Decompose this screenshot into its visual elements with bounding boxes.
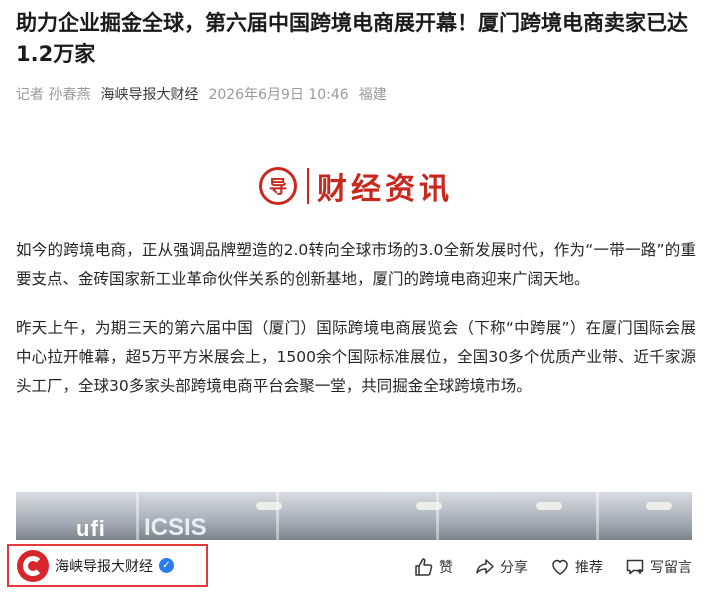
recommend-button[interactable]: 推荐 bbox=[550, 557, 603, 577]
ceiling-lamp bbox=[256, 502, 282, 510]
recommend-label: 推荐 bbox=[575, 560, 603, 576]
ceiling-lamp bbox=[646, 502, 672, 510]
ceiling-lamp bbox=[536, 502, 562, 510]
photo-beam bbox=[136, 492, 139, 540]
comment-button[interactable]: 写留言 bbox=[625, 557, 692, 577]
ceiling-lamp bbox=[416, 502, 442, 510]
thumbs-up-icon bbox=[415, 558, 433, 576]
source-link[interactable]: 海峡导报大财经 bbox=[100, 84, 198, 104]
photo-beam bbox=[276, 492, 279, 540]
account-card[interactable]: 海峡导报大财经 ✓ bbox=[7, 544, 208, 587]
article-photo[interactable]: ufi ICSIS bbox=[16, 492, 692, 540]
like-label: 赞 bbox=[439, 560, 453, 576]
author: 记者 孙春燕 bbox=[16, 87, 91, 103]
comment-label: 写留言 bbox=[650, 560, 692, 576]
share-arrow-icon bbox=[476, 559, 494, 574]
article-paragraph: 如今的跨境电商，正从强调品牌塑造的2.0转向全球市场的3.0全新发展时代，作为“… bbox=[16, 241, 696, 288]
article-paragraph: 昨天上午，为期三天的第六届中国（厦门）国际跨境电商展览会（下称“中跨展”）在厦门… bbox=[16, 319, 696, 395]
publish-time: 2026年6月9日 10:46 bbox=[208, 87, 349, 103]
heart-icon bbox=[552, 559, 568, 575]
banner-title: 财经资讯 bbox=[317, 172, 453, 207]
account-name[interactable]: 海峡导报大财经 bbox=[55, 556, 153, 576]
verified-badge-icon: ✓ bbox=[159, 558, 174, 573]
bottom-action-bar: 海峡导报大财经 ✓ 赞 分享 推荐 写留言 bbox=[0, 542, 728, 592]
photo-sign-text: ufi bbox=[76, 516, 106, 540]
logo-swirl-icon bbox=[23, 555, 43, 576]
share-label: 分享 bbox=[500, 560, 528, 576]
like-button[interactable]: 赞 bbox=[414, 557, 453, 577]
photo-sign-text: ICSIS bbox=[144, 514, 207, 540]
seal-logo-icon: 导 bbox=[259, 167, 297, 205]
photo-beam bbox=[436, 492, 439, 540]
share-button[interactable]: 分享 bbox=[475, 557, 528, 577]
photo-beam bbox=[596, 492, 599, 540]
column-banner: 导 财经资讯 bbox=[16, 166, 696, 207]
comment-icon bbox=[626, 559, 644, 575]
banner-divider bbox=[307, 168, 309, 204]
location: 福建 bbox=[358, 87, 387, 103]
article-headline: 助力企业掘金全球，第六届中国跨境电商展开幕！厦门跨境电商卖家已达1.2万家 bbox=[16, 11, 688, 66]
article-meta: 记者 孙春燕 海峡导报大财经 2026年6月9日 10:46 福建 bbox=[16, 84, 696, 104]
article-actions: 赞 分享 推荐 写留言 bbox=[414, 542, 692, 592]
account-avatar[interactable] bbox=[17, 549, 49, 582]
article: 助力企业掘金全球，第六届中国跨境电商展开幕！厦门跨境电商卖家已达1.2万家 记者… bbox=[16, 0, 696, 401]
